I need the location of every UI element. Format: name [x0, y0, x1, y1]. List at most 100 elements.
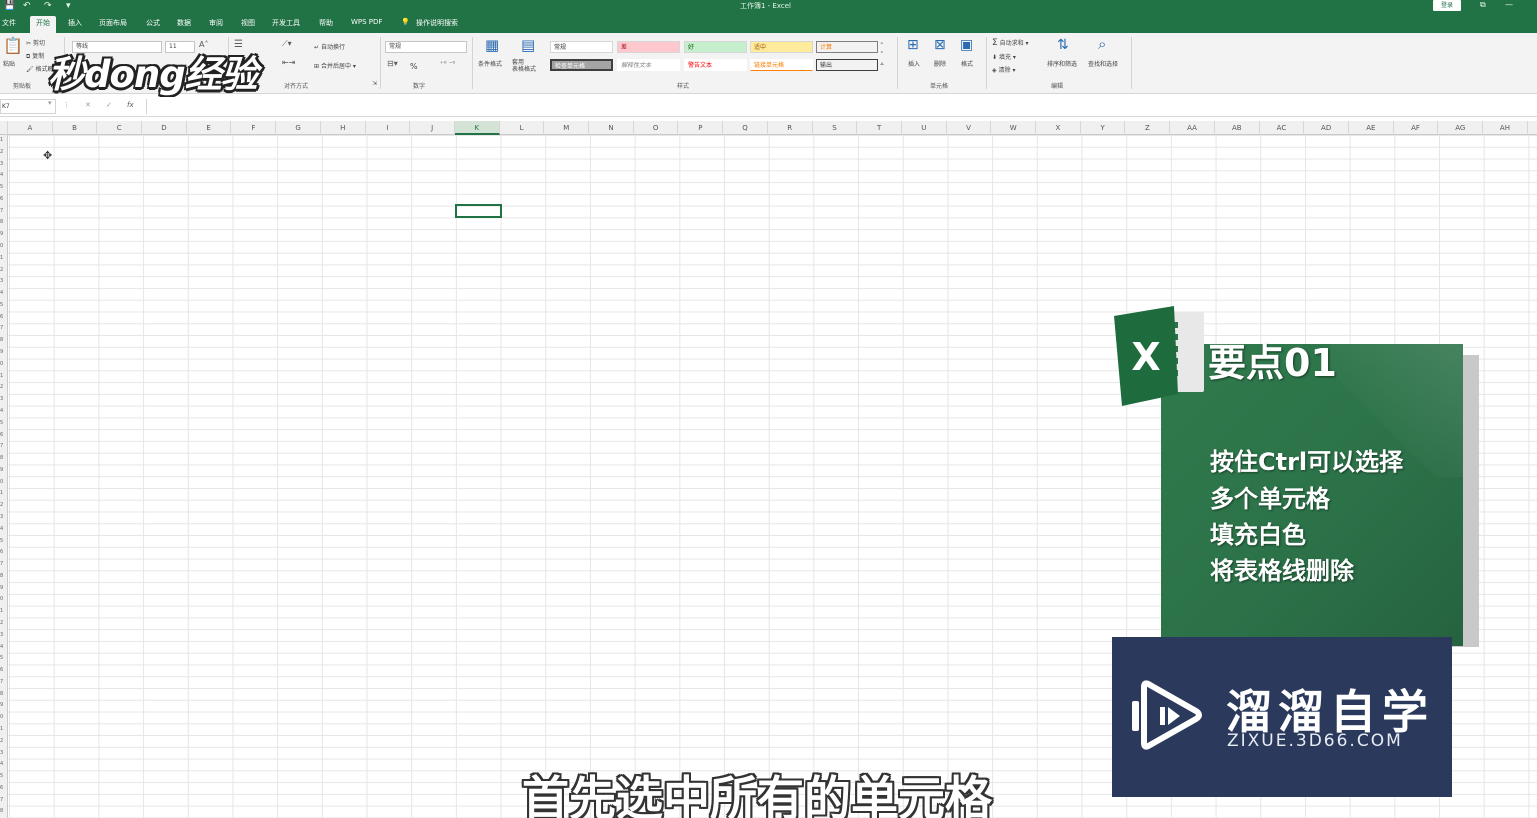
row-header[interactable]: 6 [0, 196, 7, 202]
style-good[interactable]: 好 [684, 41, 747, 53]
conditional-format-icon[interactable]: ▦ [485, 38, 499, 53]
style-warning[interactable]: 警告文本 [684, 59, 747, 71]
style-check-cell[interactable]: 检查单元格 [550, 59, 613, 71]
insert-function-icon[interactable]: fx [127, 101, 134, 109]
style-neutral[interactable]: 适中 [750, 41, 813, 53]
row-header[interactable]: 8 [0, 809, 7, 814]
row-header[interactable]: 5 [0, 185, 7, 190]
format-cells-icon[interactable]: ▣ [960, 38, 973, 52]
column-header[interactable]: AH [1483, 121, 1528, 135]
styles-scroll-icon[interactable]: ˄ ˅ ⩡ [880, 42, 884, 69]
tab-help[interactable]: 帮助 [319, 18, 333, 28]
sort-filter-icon[interactable]: ⇅ [1057, 38, 1069, 52]
tab-view[interactable]: 视图 [241, 18, 255, 28]
login-button[interactable]: 登录 [1433, 0, 1461, 11]
row-header[interactable]: 3 [0, 514, 7, 520]
find-select-button[interactable]: 查找和选择 [1088, 59, 1118, 68]
select-all-corner[interactable] [0, 121, 8, 135]
column-header[interactable]: X [1036, 121, 1081, 135]
copy-button[interactable]: ⧉ 复制 [26, 51, 44, 61]
column-header[interactable]: Y [1081, 121, 1126, 135]
column-header[interactable]: R [768, 121, 813, 135]
orientation-icon[interactable]: ⟋▾ [282, 40, 292, 48]
paste-icon[interactable]: 📋 [3, 38, 23, 54]
style-linked-cell[interactable]: 链接单元格 [750, 59, 813, 71]
row-header[interactable]: 1 [0, 138, 7, 143]
column-header[interactable]: V [947, 121, 992, 135]
insert-cells-button[interactable]: 插入 [908, 59, 920, 68]
style-output[interactable]: 输出 [816, 59, 878, 71]
row-header[interactable]: 7 [0, 679, 7, 685]
row-header[interactable]: 1 [0, 373, 7, 379]
row-header[interactable]: 2 [0, 267, 7, 273]
row-header[interactable]: 3 [0, 632, 7, 638]
tell-me-search[interactable]: 操作说明搜索 [416, 18, 458, 28]
column-header[interactable]: AC [1260, 121, 1305, 135]
row-header[interactable]: 3 [0, 279, 7, 284]
row-header[interactable]: 5 [0, 774, 7, 779]
row-header[interactable]: 9 [0, 232, 7, 237]
row-header[interactable]: 2 [0, 503, 7, 508]
column-header[interactable]: K [455, 121, 500, 135]
row-header[interactable]: 5 [0, 302, 7, 308]
undo-icon[interactable]: ↶ [23, 1, 31, 11]
row-header[interactable]: 1 [0, 255, 7, 261]
save-icon[interactable]: 💾 [4, 1, 15, 11]
wrap-text-button[interactable]: ↵ 自动换行 [314, 42, 345, 51]
row-header[interactable]: 0 [0, 479, 7, 485]
style-bad[interactable]: 差 [617, 41, 680, 53]
row-header[interactable]: 6 [0, 314, 7, 320]
formula-input[interactable] [146, 99, 1537, 114]
minimize-icon[interactable]: — [1505, 0, 1513, 9]
currency-icon[interactable]: ⊟▾ [387, 60, 398, 68]
row-header[interactable]: 4 [0, 408, 7, 414]
format-as-table-button[interactable]: 套用 表格格式 [512, 59, 536, 73]
row-header[interactable]: 6 [0, 668, 7, 673]
row-header[interactable]: 7 [0, 444, 7, 449]
row-header[interactable]: 7 [0, 797, 7, 803]
column-header[interactable]: O [634, 121, 679, 135]
column-header[interactable]: A [8, 121, 53, 135]
column-header[interactable]: F [232, 121, 277, 135]
row-header[interactable]: 8 [0, 691, 7, 697]
alignment-launcher-icon[interactable]: ⇲ [372, 81, 377, 87]
cancel-icon[interactable]: ✕ [85, 101, 91, 109]
row-header[interactable]: 7 [0, 208, 7, 214]
row-header[interactable]: 3 [0, 750, 7, 756]
column-header[interactable]: M [544, 121, 590, 135]
column-header[interactable]: J [410, 121, 455, 135]
row-header[interactable]: 4 [0, 291, 7, 296]
row-header[interactable]: 8 [0, 456, 7, 461]
decimal-icon[interactable]: ⁺⁰ ⁻⁰ [440, 61, 455, 68]
row-header[interactable]: 0 [0, 361, 7, 367]
column-header[interactable]: E [187, 121, 232, 135]
column-header[interactable]: AD [1304, 121, 1349, 135]
autosum-button[interactable]: Σ 自动求和 ▾ [992, 38, 1029, 48]
tab-wps-pdf[interactable]: WPS PDF [351, 18, 382, 26]
column-header[interactable]: L [500, 121, 545, 135]
tab-page-layout[interactable]: 页面布局 [99, 18, 127, 28]
row-header[interactable]: 4 [0, 644, 7, 650]
column-header[interactable]: AE [1349, 121, 1394, 135]
row-header[interactable]: 1 [0, 491, 7, 496]
delete-cells-button[interactable]: 删除 [934, 59, 946, 68]
row-header[interactable]: 6 [0, 785, 7, 791]
format-cells-button[interactable]: 格式 [961, 59, 973, 68]
row-header[interactable]: 8 [0, 338, 7, 343]
clear-button[interactable]: ◈ 清除 ▾ [992, 65, 1015, 74]
column-header[interactable]: W [991, 121, 1037, 135]
cut-button[interactable]: ✂ 剪切 [26, 38, 45, 47]
column-header[interactable]: B [53, 121, 98, 135]
row-header[interactable]: 2 [0, 738, 7, 744]
ribbon-display-icon[interactable]: ⧉ [1480, 0, 1486, 10]
tab-formulas[interactable]: 公式 [146, 18, 160, 28]
column-header[interactable]: Z [1126, 121, 1171, 135]
format-as-table-icon[interactable]: ▤ [521, 38, 535, 53]
tab-insert[interactable]: 插入 [68, 18, 82, 28]
tab-review[interactable]: 审阅 [209, 18, 223, 28]
column-header[interactable]: AA [1170, 121, 1215, 135]
column-header[interactable]: AF [1394, 121, 1439, 135]
customize-quick-access-icon[interactable]: ▾ [66, 1, 71, 11]
style-explanatory[interactable]: 解释性文本 [617, 59, 680, 71]
confirm-icon[interactable]: ✓ [106, 101, 112, 109]
